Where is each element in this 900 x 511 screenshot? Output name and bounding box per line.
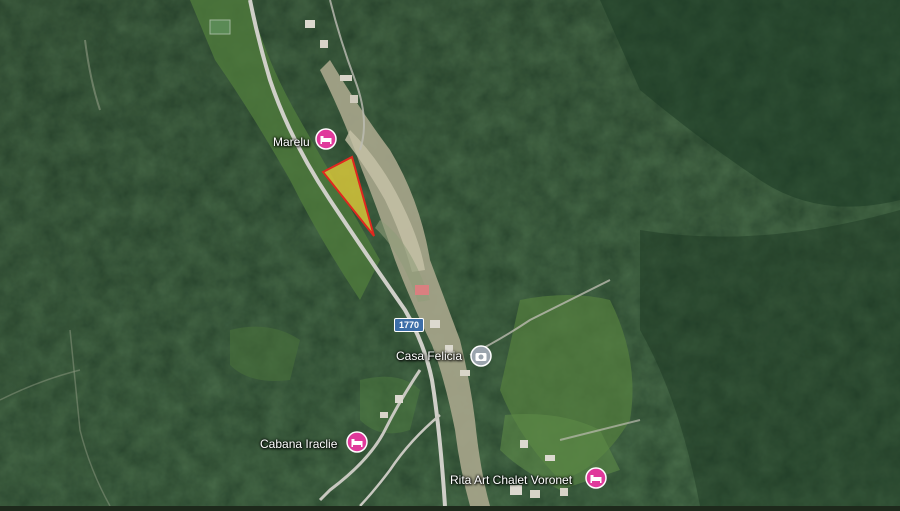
map-terrain: [0, 0, 900, 507]
place-label-rita-art-chalet-voronet[interactable]: Rita Art Chalet Voronet: [450, 473, 572, 487]
lodging-icon[interactable]: [315, 128, 337, 150]
satellite-map[interactable]: 1770 Marelu Casa Felicia Cabana Iraclie …: [0, 0, 900, 507]
lodging-icon[interactable]: [346, 431, 368, 453]
place-label-cabana-iraclie[interactable]: Cabana Iraclie: [260, 437, 337, 451]
place-label-casa-felicia[interactable]: Casa Felicia: [396, 349, 462, 363]
camera-icon[interactable]: [470, 345, 492, 367]
lodging-icon[interactable]: [585, 467, 607, 489]
road-shield: 1770: [394, 318, 425, 332]
place-label-marelu[interactable]: Marelu: [273, 135, 310, 149]
